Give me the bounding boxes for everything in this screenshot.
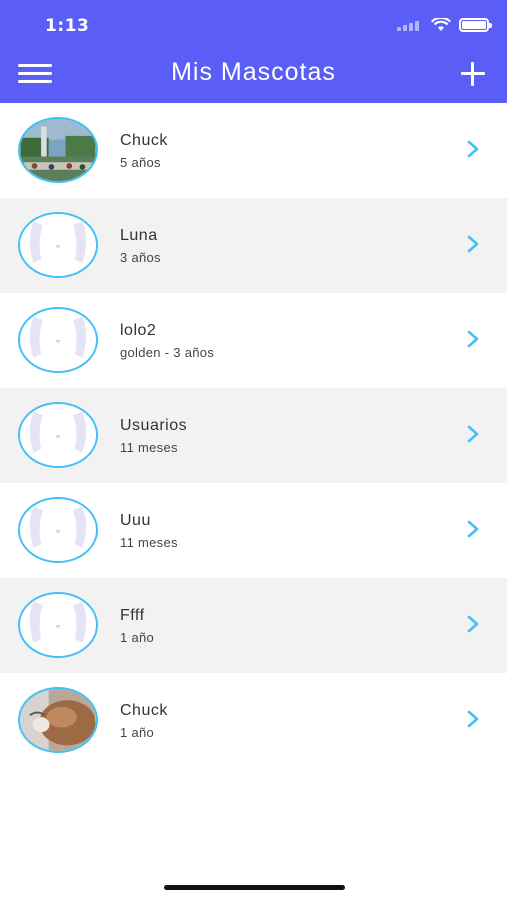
pet-age: 1 año <box>120 725 155 740</box>
pet-row[interactable]: Uuu 11 meses <box>0 483 507 578</box>
pet-avatar <box>18 687 98 753</box>
chevron-right-icon <box>467 425 479 443</box>
nav-header: 1:13 Mis Mascotas <box>0 0 507 103</box>
pet-name: Luna <box>120 227 158 244</box>
pet-row[interactable]: Usuarios 11 meses <box>0 388 507 483</box>
pet-avatar <box>18 307 98 373</box>
wifi-icon <box>431 18 451 31</box>
chevron-right-icon <box>467 615 479 633</box>
pet-avatar <box>18 402 98 468</box>
cellular-signal-icon <box>397 19 423 31</box>
pet-row[interactable]: lolo2 golden - 3 años <box>0 293 507 388</box>
pet-row[interactable]: Luna 3 años <box>0 198 507 293</box>
pet-age: 11 meses <box>120 535 178 550</box>
pet-name: Usuarios <box>120 417 188 434</box>
pet-age: 11 meses <box>120 440 178 455</box>
status-time: 1:13 <box>45 16 90 36</box>
chevron-right-icon <box>467 330 479 348</box>
pet-row[interactable]: Chuck 1 año <box>0 673 507 768</box>
pet-age: 1 año <box>120 630 155 645</box>
chevron-right-icon <box>467 235 479 253</box>
page-title: Mis Mascotas <box>171 58 336 86</box>
placeholder-pet-icon <box>20 499 96 561</box>
chevron-right-icon <box>467 520 479 538</box>
pet-avatar <box>18 117 98 183</box>
pet-age: 5 años <box>120 155 161 170</box>
dog-photo <box>20 689 96 751</box>
placeholder-pet-icon <box>20 404 96 466</box>
pet-list: Chuck 5 años Luna 3 años lolo2 golden - … <box>0 103 507 768</box>
home-indicator[interactable] <box>164 885 345 890</box>
pet-age: 3 años <box>120 250 161 265</box>
pet-name: Ffff <box>120 607 145 624</box>
pet-avatar <box>18 497 98 563</box>
placeholder-pet-icon <box>20 309 96 371</box>
pet-row[interactable]: Chuck 5 años <box>0 103 507 198</box>
pet-name: lolo2 <box>120 322 157 339</box>
pet-breed-age: golden - 3 años <box>120 345 215 360</box>
placeholder-pet-icon <box>20 594 96 656</box>
status-icons <box>397 18 492 32</box>
pet-name: Chuck <box>120 702 168 719</box>
placeholder-pet-icon <box>20 214 96 276</box>
chevron-right-icon <box>467 710 479 728</box>
pet-name: Chuck <box>120 132 168 149</box>
add-pet-button[interactable] <box>459 60 487 88</box>
pet-avatar <box>18 212 98 278</box>
landscape-photo <box>20 119 96 181</box>
pet-avatar <box>18 592 98 658</box>
battery-icon <box>459 18 492 32</box>
chevron-right-icon <box>467 140 479 158</box>
pet-name: Uuu <box>120 512 151 529</box>
pet-row[interactable]: Ffff 1 año <box>0 578 507 673</box>
